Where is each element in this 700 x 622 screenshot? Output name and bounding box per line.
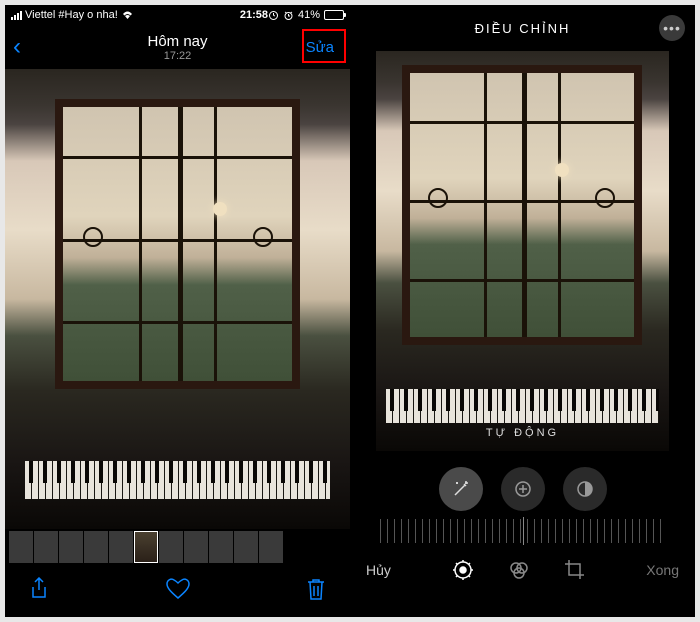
signal-icon — [11, 11, 22, 20]
editor-header: ĐIỀU CHỈNH ••• — [350, 5, 695, 51]
adjust-tab-icon[interactable] — [452, 559, 474, 581]
photo-editor-screen: ĐIỀU CHỈNH ••• TỰ ĐỘNG — [350, 5, 695, 617]
wifi-icon — [121, 10, 134, 20]
editor-photo[interactable]: TỰ ĐỘNG — [376, 51, 669, 451]
thumbnail[interactable] — [159, 531, 183, 563]
photo-display[interactable] — [5, 69, 350, 529]
bottom-toolbar — [5, 565, 350, 613]
battery-icon — [324, 10, 344, 20]
photo-viewer-screen: Viettel #Hay o nha! 21:58 41% ‹ Hôm nay … — [5, 5, 350, 617]
thumbnail[interactable] — [84, 531, 108, 563]
editor-title: ĐIỀU CHỈNH — [475, 21, 571, 36]
cancel-button[interactable]: Hủy — [366, 562, 391, 578]
page-title: Hôm nay — [147, 33, 207, 50]
thumbnail[interactable] — [209, 531, 233, 563]
status-time: 21:58 — [240, 9, 268, 21]
thumbnail-active[interactable] — [134, 531, 158, 563]
thumbnail[interactable] — [109, 531, 133, 563]
thumbnail[interactable] — [259, 531, 283, 563]
status-bar: Viettel #Hay o nha! 21:58 41% — [5, 5, 350, 25]
carrier-label: Viettel #Hay o nha! — [25, 9, 118, 21]
thumbnail[interactable] — [9, 531, 33, 563]
trash-icon[interactable] — [304, 577, 328, 601]
done-button[interactable]: Xong — [646, 562, 679, 578]
nav-header: ‹ Hôm nay 17:22 Sửa — [5, 25, 350, 69]
auto-label: TỰ ĐỘNG — [486, 427, 559, 439]
adjustment-slider[interactable] — [380, 519, 665, 543]
title-block: Hôm nay 17:22 — [147, 33, 207, 62]
heart-icon[interactable] — [166, 577, 190, 601]
contrast-button[interactable] — [563, 467, 607, 511]
back-button[interactable]: ‹ — [13, 33, 21, 61]
editor-toolbar: Hủy Xong — [350, 543, 695, 597]
alarm-icon — [283, 10, 294, 21]
adjustment-controls — [350, 467, 695, 511]
page-subtitle: 17:22 — [147, 50, 207, 62]
thumbnail[interactable] — [34, 531, 58, 563]
battery-percent: 41% — [298, 9, 320, 21]
thumbnail[interactable] — [59, 531, 83, 563]
thumbnail[interactable] — [234, 531, 258, 563]
exposure-button[interactable] — [501, 467, 545, 511]
edit-button[interactable]: Sửa — [298, 35, 342, 60]
filters-tab-icon[interactable] — [508, 559, 530, 581]
magic-wand-button[interactable] — [439, 467, 483, 511]
more-button[interactable]: ••• — [659, 15, 685, 41]
share-icon[interactable] — [27, 577, 51, 601]
thumbnail[interactable] — [184, 531, 208, 563]
orientation-lock-icon — [268, 10, 279, 21]
crop-tab-icon[interactable] — [564, 559, 586, 581]
thumbnail-strip[interactable] — [5, 529, 350, 565]
